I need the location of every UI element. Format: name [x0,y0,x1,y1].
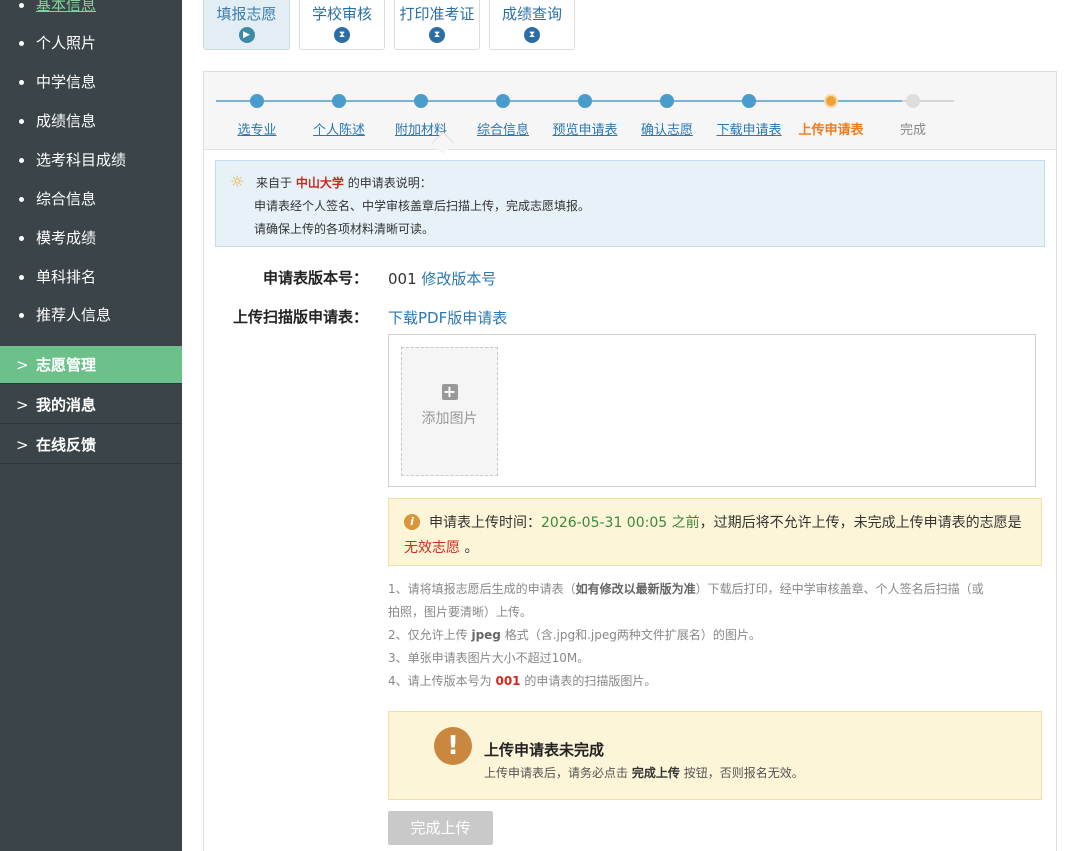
info-line: 申请表经个人签名、中学审核盖章后扫描上传，完成志愿填报。 [254,199,591,213]
tab-school-review[interactable]: 学校审核 ⧗ [299,0,385,50]
sidebar-item-mock-scores[interactable]: 模考成绩 [0,225,182,251]
info-line: 请确保上传的各项材料清晰可读。 [254,222,435,236]
sidebar-item-subject-rank[interactable]: 单科排名 [0,264,182,290]
add-image-button[interactable]: + 添加图片 [401,347,498,476]
version-row: 001 修改版本号 [388,268,496,289]
step-select-major[interactable]: 选专业 [212,119,302,138]
bullet-dot [19,119,24,124]
complete-upload-button[interactable]: 完成上传 [388,811,493,845]
step-dot [660,94,674,108]
chevron-right-icon: > [16,356,29,374]
step-additional-materials[interactable]: 附加材料 [376,119,466,138]
bullet-dot [19,158,24,163]
tab-fill-application[interactable]: 填报志愿 ▶ [203,0,290,50]
info-line: 来自于 中山大学 的申请表说明： [256,176,432,190]
invalid-choice: 无效志愿 [404,540,460,556]
hourglass-icon: ⧗ [429,27,445,43]
application-info-box: ☼ 来自于 中山大学 的申请表说明： 申请表经个人签名、中学审核盖章后扫描上传，… [215,160,1045,247]
bullet-dot [19,80,24,85]
note-item: 4、请上传版本号为 001 的申请表的扫描版图片。 [388,674,657,688]
sidebar: 基本信息 个人照片 中学信息 成绩信息 选考科目成绩 综合信息 模考成绩 单科排… [0,0,182,851]
download-pdf-link[interactable]: 下载PDF版申请表 [388,307,507,328]
hourglass-icon: ⧗ [334,27,350,43]
sidebar-item-scores[interactable]: 成绩信息 [0,108,182,134]
upload-label: 上传扫描版申请表： [232,308,368,326]
upload-incomplete-alert: ! 上传申请表未完成 上传申请表后，请务必点击 完成上传 按钮，否则报名无效。 [388,711,1042,800]
step-line [216,100,902,102]
step-dot-todo [906,94,920,108]
sidebar-item-photo[interactable]: 个人照片 [0,30,182,56]
sidebar-item-basic-info[interactable]: 基本信息 [0,0,182,18]
deadline-text: 申请表上传时间：2026-05-31 00:05 之前，过期后将不允许上传，未完… [429,515,1022,531]
step-preview-application[interactable]: 预览申请表 [540,119,630,138]
plus-icon: + [441,382,458,401]
note-item: 1、请将填报志愿后生成的申请表（如有修改以最新版为准）下载后打印，经中学审核盖章… [388,582,984,596]
chevron-right-icon: > [16,396,29,414]
note-item: 2、仅允许上传 jpeg 格式（含.jpg和.jpeg两种文件扩展名）的图片。 [388,628,761,642]
exclamation-icon: ! [434,727,472,765]
sidebar-item-school-info[interactable]: 中学信息 [0,69,182,95]
deadline-date: 2026-05-31 00:05 之前 [541,515,700,531]
step-dot [414,94,428,108]
bullet-dot [19,41,24,46]
upload-notes: 1、请将填报志愿后生成的申请表（如有修改以最新版为准）下载后打印，经中学审核盖章… [388,578,1048,693]
step-confirm-choices[interactable]: 确认志愿 [622,119,712,138]
bullet-dot [19,275,24,280]
bullet-dot [19,197,24,202]
upload-deadline-warning: i 申请表上传时间：2026-05-31 00:05 之前，过期后将不允许上传，… [388,498,1042,566]
step-dot [742,94,756,108]
bullet-dot [19,236,24,241]
tab-score-query[interactable]: 成绩查询 ⧗ [489,0,575,50]
sidebar-item-comprehensive[interactable]: 综合信息 [0,186,182,212]
version-value: 001 [388,270,417,288]
sidebar-item-feedback[interactable]: > 在线反馈 [0,426,182,464]
chevron-right-icon: > [16,436,29,454]
invalid-text: 无效志愿 。 [404,540,479,556]
step-upload-application: 上传申请表 [798,123,864,138]
play-icon: ▶ [238,27,255,43]
step-dot [578,94,592,108]
step-dot [250,94,264,108]
info-icon: i [404,514,420,530]
version-label: 申请表版本号： [262,269,368,287]
tab-print-admission[interactable]: 打印准考证 ⧗ [394,0,480,50]
alert-text: 上传申请表后，请务必点击 完成上传 按钮，否则报名无效。 [484,766,804,780]
edit-version-link[interactable]: 修改版本号 [421,270,496,288]
bulb-icon: ☼ [230,172,245,191]
sidebar-item-application[interactable]: > 志愿管理 [0,346,182,384]
sidebar-item-referee[interactable]: 推荐人信息 [0,302,182,328]
note-item: 拍照，图片要清晰）上传。 [388,605,533,619]
step-personal-statement[interactable]: 个人陈述 [294,119,384,138]
alert-title: 上传申请表未完成 [484,741,605,759]
university-name: 中山大学 [295,176,344,190]
upload-area: + 添加图片 [388,334,1036,487]
bullet-dot [19,3,24,8]
note-item: 3、单张申请表图片大小不超过10M。 [388,651,590,665]
progress-steps: 选专业 个人陈述 附加材料 综合信息 预览申请表 确认志愿 下载申请表 上传申请… [204,72,1056,150]
hourglass-icon: ⧗ [524,27,540,43]
step-dot [332,94,346,108]
sidebar-item-elective-scores[interactable]: 选考科目成绩 [0,147,182,173]
step-dot [496,94,510,108]
step-complete: 完成 [899,123,926,138]
bullet-dot [19,313,24,318]
step-download-application[interactable]: 下载申请表 [704,119,794,138]
step-dot-current [824,94,838,108]
step-comprehensive-info[interactable]: 综合信息 [458,119,548,138]
sidebar-item-messages[interactable]: > 我的消息 [0,386,182,424]
